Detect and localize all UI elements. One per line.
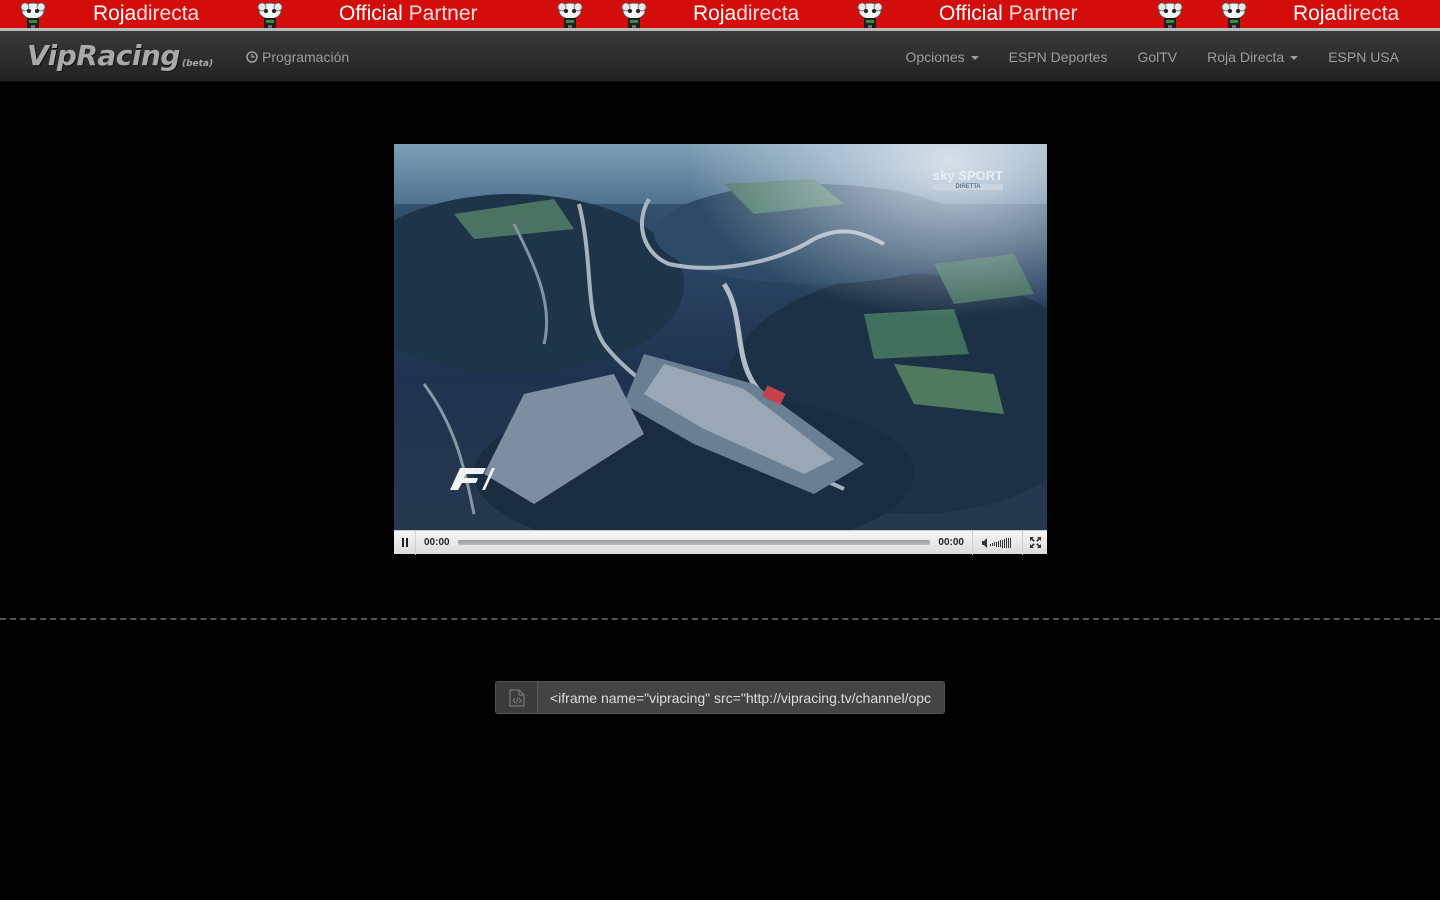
channel-watermark: sky SPORT DIRETTA (932, 168, 1003, 190)
banner-segment: Official Partner (939, 0, 1078, 28)
f1-logo (446, 464, 496, 501)
banner-word: directa (736, 2, 800, 25)
caret-down-icon (970, 55, 979, 60)
volume-control[interactable] (972, 530, 1022, 555)
nav-item-label: GolTV (1137, 48, 1178, 65)
embed-code-group (495, 681, 945, 714)
skull-mascot-icon (1153, 1, 1187, 28)
banner-word: Roja (693, 2, 737, 25)
section-divider (0, 618, 1440, 620)
channel-watermark-sub: DIRETTA (932, 184, 1003, 190)
f1-logo-icon (450, 468, 495, 490)
banner-word: Roja (93, 2, 137, 25)
nav-item-label: ESPN USA (1328, 48, 1399, 65)
top-ad-banner[interactable]: Roja directa Official Partner Roja directa… (0, 0, 1440, 31)
video-player[interactable]: sky SPORT DIRETTA 00:00 00:00 (394, 144, 1047, 555)
skull-mascot-icon (853, 1, 887, 28)
nav-item-espn-deportes[interactable]: ESPN Deportes (994, 31, 1123, 82)
fullscreen-button[interactable] (1022, 530, 1047, 555)
embed-code-addon (496, 682, 538, 713)
banner-word: Partner (1008, 2, 1078, 25)
nav-item-label: Roja Directa (1207, 48, 1285, 65)
caret-down-icon (1290, 55, 1299, 60)
nav-item-opciones[interactable]: Opciones (890, 31, 993, 82)
fullscreen-icon (1029, 537, 1041, 548)
banner-word: Roja (1293, 2, 1337, 25)
pause-button[interactable] (394, 530, 416, 555)
code-file-icon (508, 688, 525, 707)
skull-mascot-icon (617, 1, 651, 28)
skull-mascot-icon (553, 1, 587, 28)
skull-mascot-icon (1217, 1, 1251, 28)
banner-word: directa (136, 2, 200, 25)
current-time: 00:00 (424, 537, 450, 548)
nav-item-label: ESPN Deportes (1008, 48, 1108, 65)
banner-segment: Roja directa (693, 0, 799, 28)
top-navbar: VipRacing (beta) Programación Opciones E… (0, 31, 1440, 82)
banner-word: Official (339, 2, 403, 25)
nav-item-label: Opciones (905, 48, 965, 65)
nav-item-roja-directa[interactable]: Roja Directa (1192, 31, 1313, 82)
nav-item-goltv[interactable]: GolTV (1122, 31, 1192, 82)
skull-mascot-icon (253, 1, 287, 28)
banner-word: Partner (408, 2, 478, 25)
volume-icon (981, 537, 1011, 548)
channel-watermark-name: sky SPORT (932, 168, 1003, 183)
duration: 00:00 (938, 537, 964, 548)
banner-word: Official (939, 2, 1003, 25)
pause-icon (401, 538, 408, 547)
player-controls: 00:00 00:00 (394, 530, 1047, 555)
clock-icon (246, 50, 258, 63)
banner-segment: Official Partner (339, 0, 478, 28)
embed-code-input[interactable] (538, 682, 944, 713)
brand-beta-badge: (beta) (181, 59, 214, 69)
schedule-link-label: Programación (262, 48, 350, 65)
nav-menu: Opciones ESPN Deportes GolTV Roja Direct… (890, 31, 1414, 82)
nav-item-espn-usa[interactable]: ESPN USA (1313, 31, 1414, 82)
brand-logo[interactable]: VipRacing (beta) (27, 39, 213, 73)
brand-name: VipRacing (27, 39, 180, 72)
banner-segment: Roja directa (1293, 0, 1399, 28)
schedule-link[interactable]: Programación (246, 31, 349, 82)
banner-word: directa (1336, 2, 1400, 25)
video-frame[interactable]: sky SPORT DIRETTA (394, 144, 1047, 530)
progress-bar[interactable] (457, 540, 931, 545)
skull-mascot-icon (16, 1, 50, 28)
banner-segment: Roja directa (93, 0, 199, 28)
